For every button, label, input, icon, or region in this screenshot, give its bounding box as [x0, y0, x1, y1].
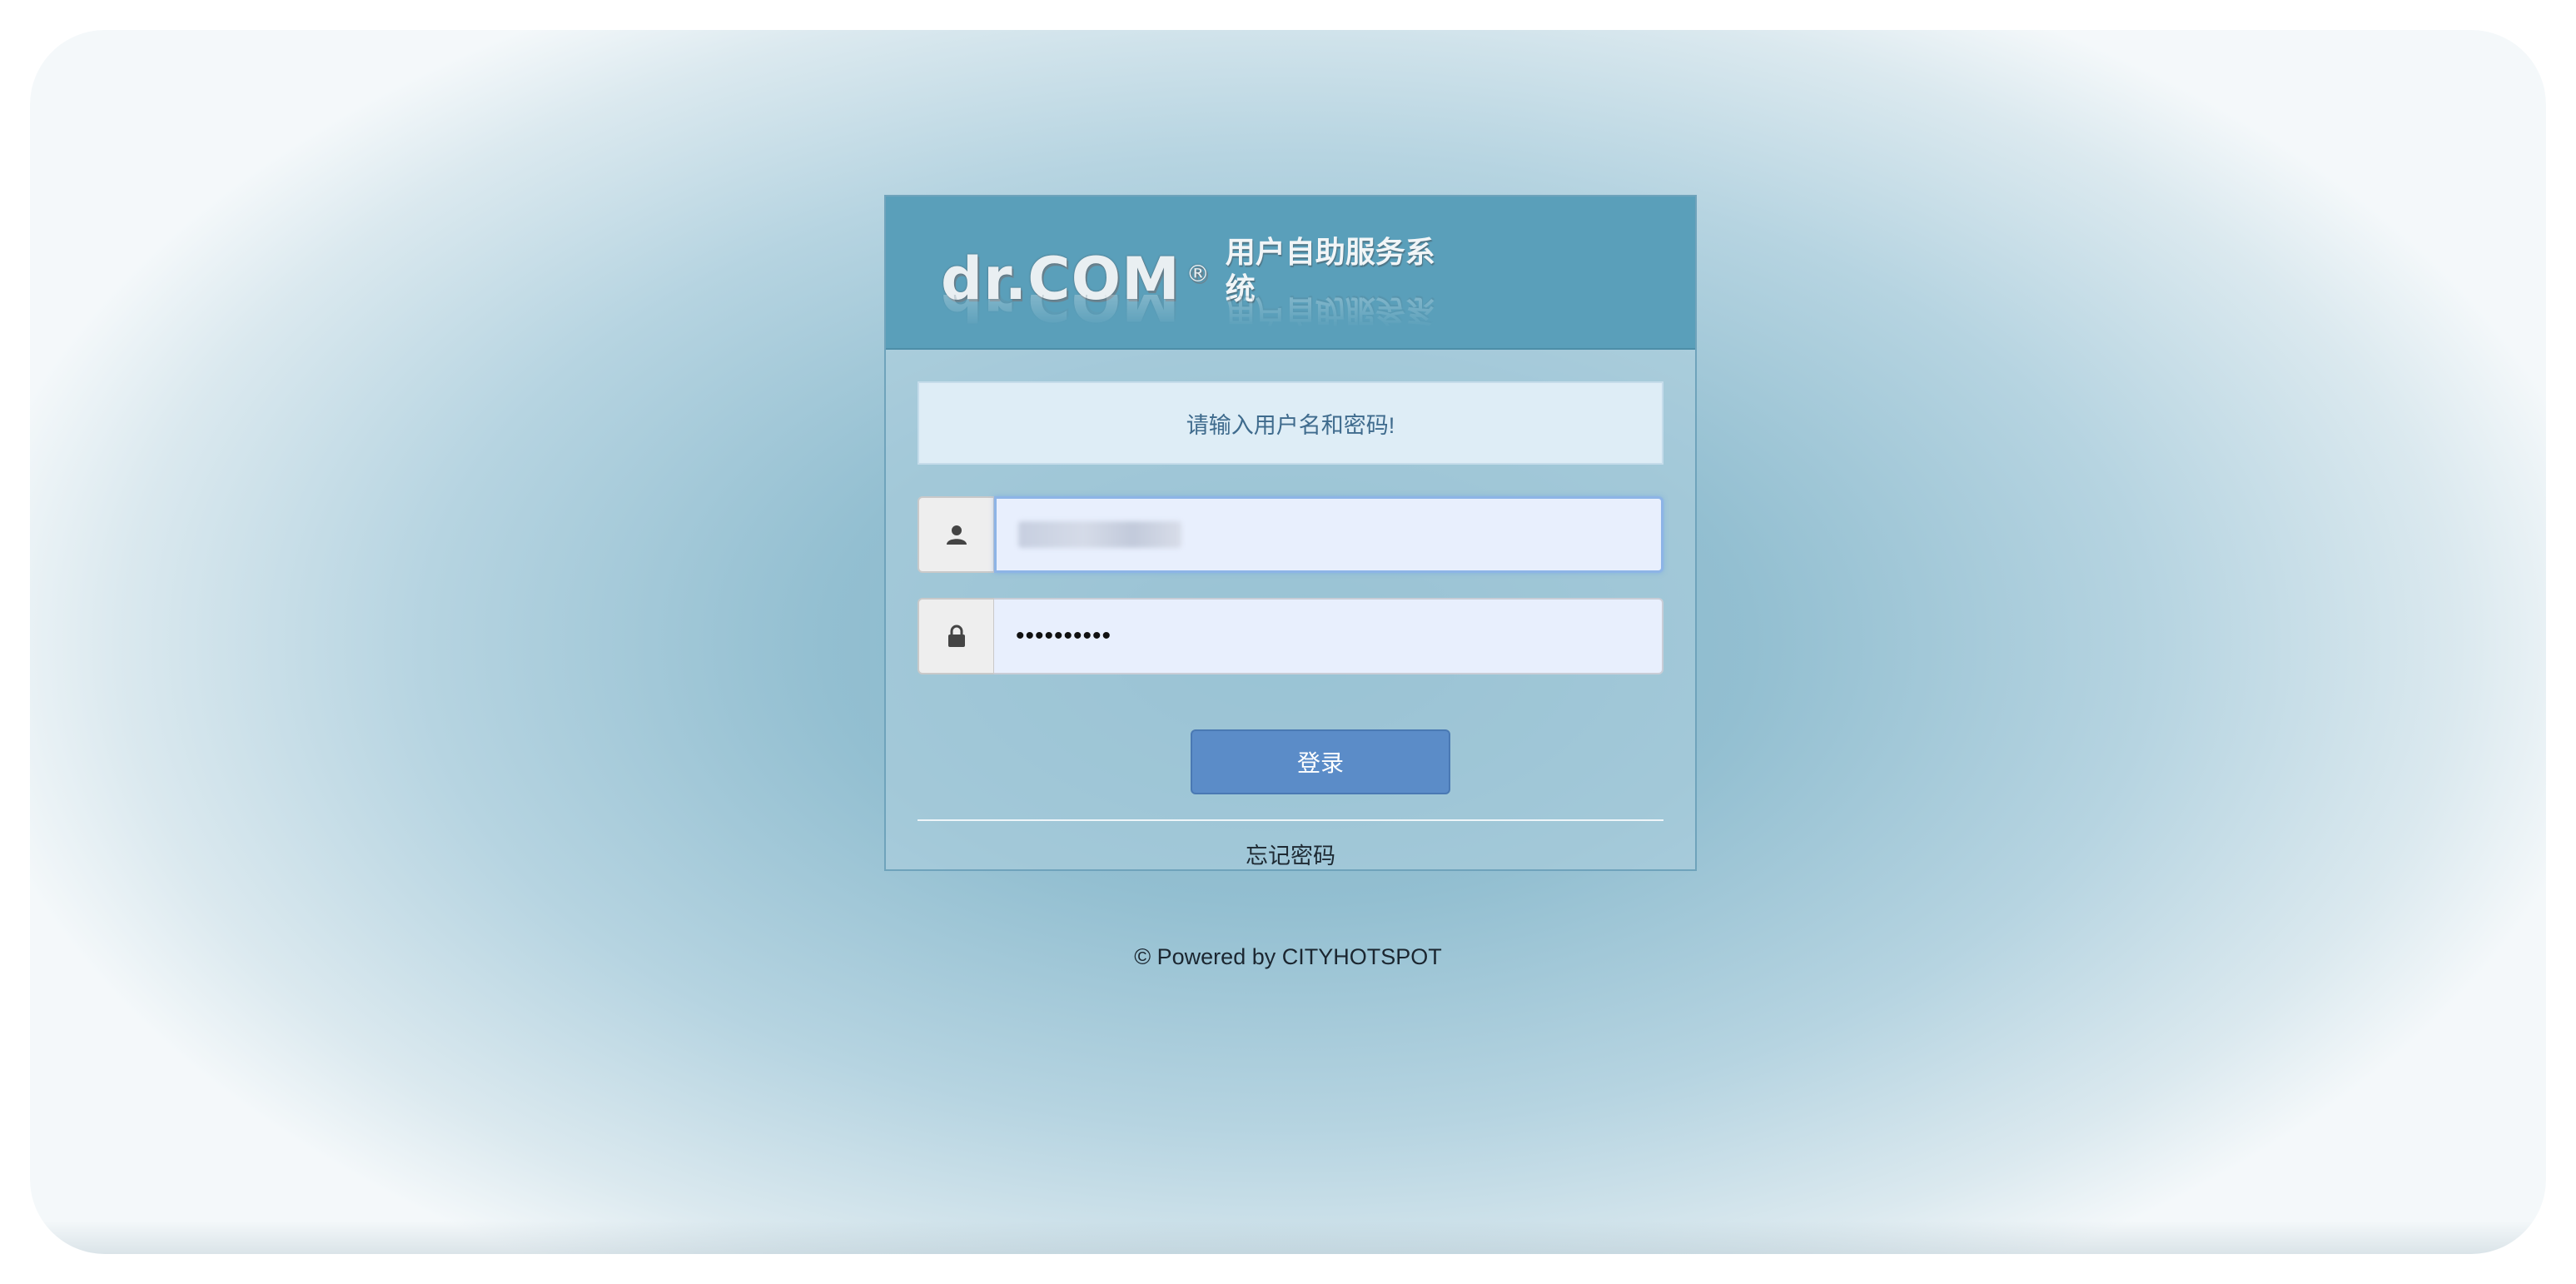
username-addon	[918, 496, 994, 573]
username-input[interactable]	[994, 496, 1663, 573]
forgot-password-link[interactable]: 忘记密码	[886, 838, 1695, 870]
username-group	[918, 496, 1663, 573]
forgot-password-label: 忘记密码	[1246, 844, 1335, 869]
footer-powered-by: © Powered by CITYHOTSPOT	[30, 944, 2546, 970]
password-input[interactable]: ••••••••••	[994, 598, 1663, 674]
user-icon	[946, 524, 967, 545]
password-addon	[918, 598, 994, 674]
footer-text: © Powered by CITYHOTSPOT	[1134, 944, 1442, 969]
login-button[interactable]: 登录	[1191, 729, 1450, 794]
login-panel: dr.COM ® 用户自助服务系统 dr.COM 用户自助服务系统 请输入用户名…	[884, 195, 1697, 871]
login-button-label: 登录	[1296, 749, 1344, 777]
logo-reflection-subtitle: 用户自助服务系统	[1225, 295, 1435, 327]
logo-reflection: dr.COM 用户自助服务系统	[941, 295, 1440, 328]
notice-message: 请输入用户名和密码!	[918, 381, 1663, 465]
notice-text: 请输入用户名和密码!	[1186, 412, 1395, 438]
logo: dr.COM ® 用户自助服务系统 dr.COM 用户自助服务系统	[941, 235, 1440, 335]
panel-header: dr.COM ® 用户自助服务系统 dr.COM 用户自助服务系统	[886, 197, 1695, 350]
page-background: dr.COM ® 用户自助服务系统 dr.COM 用户自助服务系统 请输入用户名…	[30, 30, 2546, 1254]
password-group: ••••••••••	[918, 598, 1663, 674]
logo-reflection-brand: dr.COM	[941, 295, 1181, 328]
username-value-redacted	[1018, 521, 1181, 548]
lock-icon	[947, 625, 967, 648]
password-masked-value: ••••••••••	[1016, 622, 1112, 649]
divider	[918, 819, 1663, 821]
